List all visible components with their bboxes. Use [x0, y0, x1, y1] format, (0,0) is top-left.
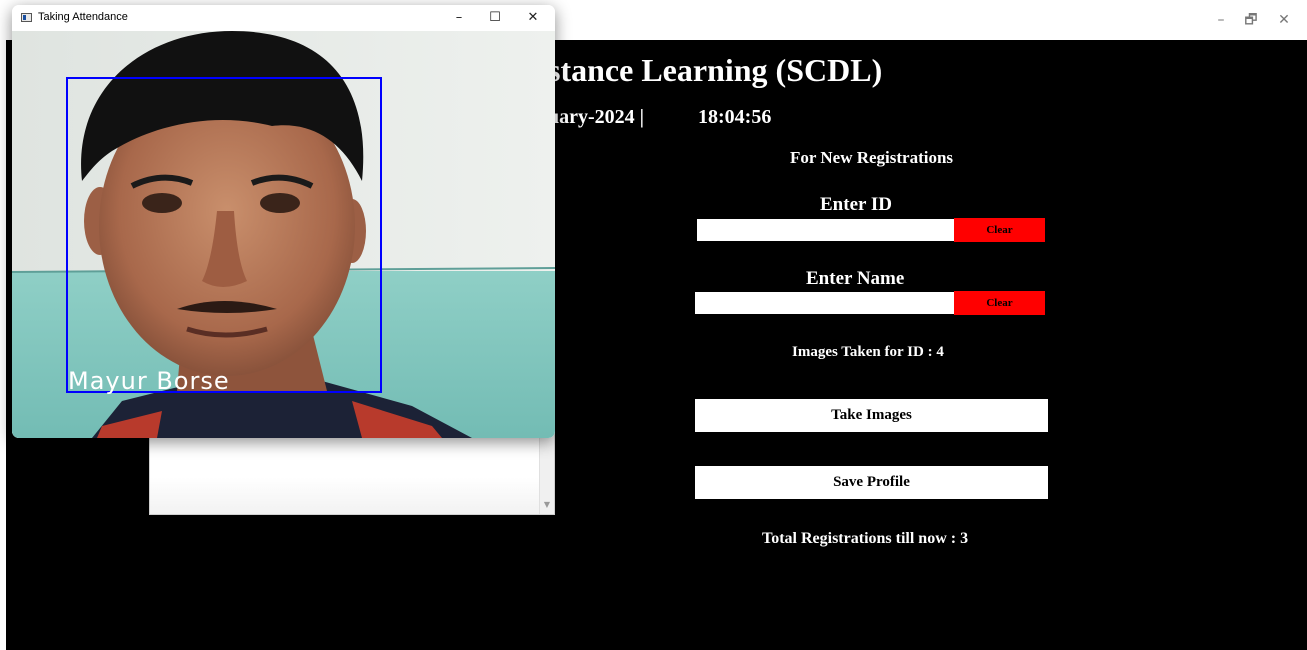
app-window-icon [21, 13, 32, 22]
clear-id-button[interactable]: Clear [954, 218, 1045, 242]
images-taken-status: Images Taken for ID : 4 [792, 344, 944, 360]
save-profile-button[interactable]: Save Profile [695, 466, 1048, 499]
enter-id-label: Enter ID [820, 194, 892, 215]
camera-window-titlebar[interactable]: Taking Attendance – ☐ ✕ [12, 5, 555, 31]
clock-label: 18:04:56 [698, 106, 772, 128]
total-registrations-status: Total Registrations till now : 3 [762, 530, 969, 547]
camera-window-title: Taking Attendance [38, 11, 128, 23]
id-input[interactable] [695, 219, 954, 241]
take-images-button[interactable]: Take Images [695, 399, 1048, 432]
scroll-down-arrow-icon[interactable]: ▼ [540, 498, 554, 512]
camera-minimize-button[interactable]: – [444, 8, 474, 28]
camera-maximize-button[interactable]: ☐ [480, 8, 510, 28]
name-input[interactable] [695, 292, 954, 314]
camera-close-button[interactable]: ✕ [518, 8, 548, 28]
enter-name-label: Enter Name [806, 268, 905, 289]
clear-name-button[interactable]: Clear [954, 291, 1045, 315]
new-registration-heading: For New Registrations [790, 148, 954, 167]
main-close-button[interactable]: ✕ [1261, 8, 1307, 32]
app-title: stance Learning (SCDL) [548, 52, 883, 88]
camera-window[interactable]: Taking Attendance – ☐ ✕ Mayur Borse [12, 5, 555, 438]
detected-name-label: Mayur Borse [68, 367, 230, 395]
date-label: uary-2024 | [548, 106, 645, 128]
